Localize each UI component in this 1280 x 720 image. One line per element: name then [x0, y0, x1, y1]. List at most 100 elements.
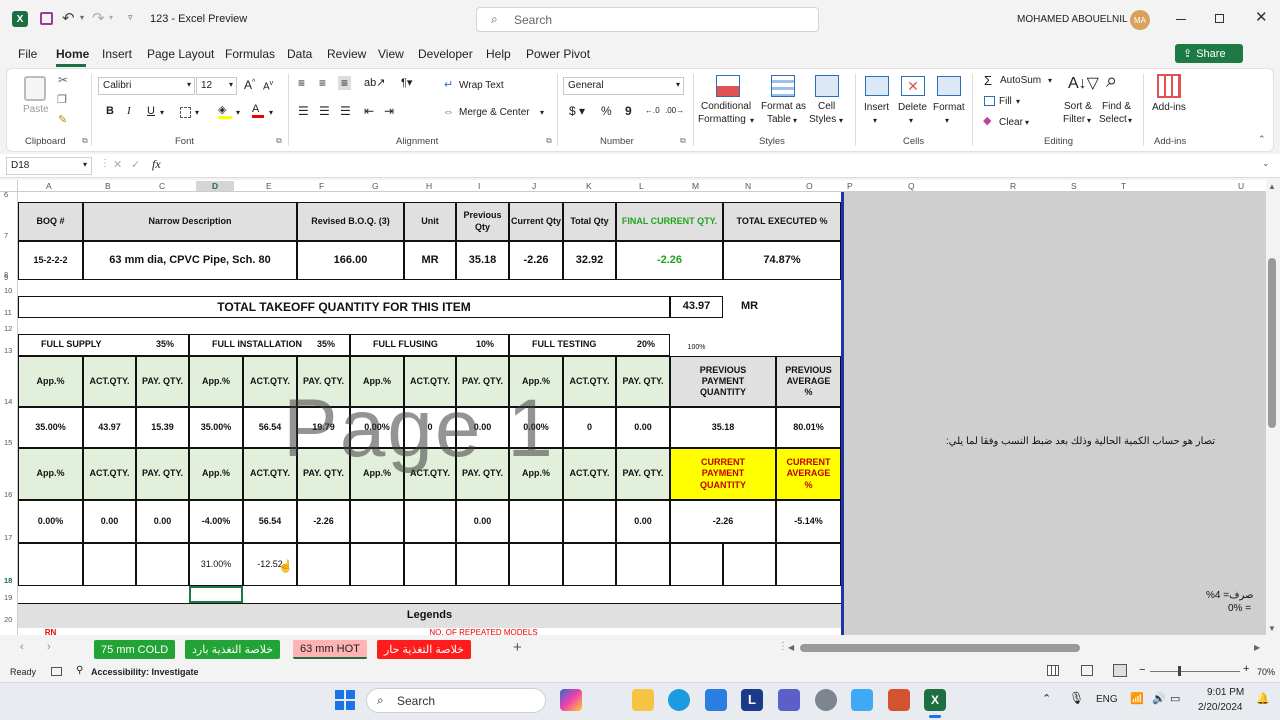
prev-payment-qty-value[interactable]: 35.18: [670, 407, 776, 448]
close-icon[interactable]: ✕: [1255, 8, 1268, 26]
settings-icon[interactable]: [815, 689, 837, 711]
row17-cell[interactable]: [616, 543, 670, 586]
page-layout-view-icon[interactable]: [1081, 665, 1093, 676]
row17-cell[interactable]: [297, 543, 350, 586]
notification-icon[interactable]: 🔔: [1256, 692, 1270, 705]
row16-value[interactable]: -2.26: [297, 500, 350, 543]
row16-value[interactable]: -4.00%: [189, 500, 243, 543]
number-launcher-icon[interactable]: ⧉: [680, 136, 686, 146]
row16-value[interactable]: 0.00%: [18, 500, 83, 543]
decrease-decimal-icon[interactable]: .00→: [665, 106, 684, 115]
addins-icon[interactable]: [1157, 74, 1181, 98]
row-header-11[interactable]: 11: [4, 308, 12, 317]
zoom-level[interactable]: 70%: [1257, 667, 1275, 677]
column-header-e[interactable]: E: [266, 181, 272, 191]
sheet-tab-cold-summary[interactable]: خلاصة التغذية بارد: [185, 640, 281, 659]
autosum-button[interactable]: AutoSum: [1000, 75, 1041, 86]
l-app-icon[interactable]: L: [741, 689, 763, 711]
takeoff-label[interactable]: TOTAL TAKEOFF QUANTITY FOR THIS ITEM: [18, 296, 670, 318]
increase-indent-icon[interactable]: ⇥: [384, 104, 394, 118]
wrap-text-button[interactable]: Wrap Text: [459, 80, 504, 91]
header-revised-boq[interactable]: Revised B.O.Q. (3): [297, 202, 404, 241]
sheet-tab-75mm-cold[interactable]: 75 mm COLD: [94, 640, 176, 659]
header-unit[interactable]: Unit: [404, 202, 456, 241]
merge-center-button[interactable]: Merge & Center: [459, 107, 530, 118]
find-select-button-2[interactable]: Select: [1099, 114, 1127, 125]
zoom-slider[interactable]: [1150, 671, 1240, 672]
format-cells-icon[interactable]: [937, 76, 961, 96]
wifi-icon[interactable]: 📶: [1130, 692, 1144, 705]
prev-average-header[interactable]: PREVIOUS AVERAGE %: [776, 356, 841, 407]
find-select-button[interactable]: Find &: [1102, 101, 1131, 112]
scroll-up-icon[interactable]: ▲: [1268, 182, 1276, 191]
cell-styles-dropdown-icon[interactable]: ▾: [839, 116, 843, 125]
column-header-o[interactable]: O: [806, 181, 813, 191]
tab-power-pivot[interactable]: Power Pivot: [526, 47, 590, 61]
cell-styles-button[interactable]: Cell: [818, 101, 835, 112]
select-all-corner[interactable]: [0, 180, 18, 192]
row14-value[interactable]: 35.00%: [189, 407, 243, 448]
column-header-s[interactable]: S: [1071, 181, 1077, 191]
fill-dropdown-icon[interactable]: ▾: [1016, 97, 1020, 106]
prev-sheet-icon[interactable]: ‹: [20, 641, 24, 653]
format-painter-icon[interactable]: ✎: [58, 113, 67, 126]
notepad-icon[interactable]: [851, 689, 873, 711]
decrease-indent-icon[interactable]: ⇤: [364, 104, 374, 118]
column-header-d[interactable]: D: [196, 181, 235, 191]
currency-icon[interactable]: $ ▾: [569, 104, 585, 118]
customize-qat-icon[interactable]: ▿: [128, 12, 133, 23]
vertical-scroll-thumb[interactable]: [1268, 258, 1276, 428]
subheader-pay-qty[interactable]: PAY. QTY.: [456, 356, 509, 407]
cell-styles-icon[interactable]: [815, 75, 839, 97]
column-header-i[interactable]: I: [478, 181, 480, 191]
underline-dropdown-icon[interactable]: ▾: [160, 108, 164, 117]
column-header-a[interactable]: A: [46, 181, 52, 191]
accessibility-icon[interactable]: ⚲: [76, 665, 83, 676]
addins-button[interactable]: Add-ins: [1152, 102, 1186, 113]
undo-icon[interactable]: ↶: [62, 9, 75, 27]
zoom-slider-thumb[interactable]: [1178, 666, 1181, 676]
align-right-icon[interactable]: ☰: [340, 104, 351, 118]
tab-view[interactable]: View: [378, 47, 404, 61]
row16-value[interactable]: 0.00: [83, 500, 136, 543]
font-color-dropdown-icon[interactable]: ▾: [269, 108, 273, 117]
header-current-qty[interactable]: Current Qty: [509, 202, 563, 241]
delete-cells-button[interactable]: Delete: [898, 102, 927, 113]
find-select-icon[interactable]: ⌕: [1106, 70, 1117, 93]
text-direction-icon[interactable]: ¶▾: [401, 76, 412, 89]
column-header-g[interactable]: G: [372, 181, 379, 191]
subheader-act-qty[interactable]: ACT.QTY.: [404, 356, 456, 407]
insert-cells-icon[interactable]: [865, 76, 889, 96]
font-color-icon[interactable]: A: [252, 103, 264, 118]
teams-icon[interactable]: [778, 689, 800, 711]
subheader-app-pct[interactable]: App.%: [18, 448, 83, 500]
subheader-app-pct[interactable]: App.%: [189, 356, 243, 407]
subheader-pay-qty[interactable]: PAY. QTY.: [297, 356, 350, 407]
column-header-t[interactable]: T: [1121, 181, 1126, 191]
tab-home[interactable]: Home: [56, 47, 89, 61]
subheader-app-pct[interactable]: App.%: [509, 448, 563, 500]
tab-data[interactable]: Data: [287, 47, 312, 61]
row17-cell[interactable]: [723, 543, 776, 586]
align-top-icon[interactable]: ≡: [298, 76, 305, 90]
cell-previous-qty[interactable]: 35.18: [456, 241, 509, 280]
wrap-text-icon[interactable]: ↵: [444, 78, 453, 91]
sheet-tab-63mm-hot[interactable]: 63 mm HOT: [293, 640, 367, 659]
decrease-font-icon[interactable]: Av: [263, 80, 273, 92]
comma-icon[interactable]: 9: [625, 104, 632, 118]
next-sheet-icon[interactable]: ›: [47, 641, 51, 653]
sheet-tab-hot-summary[interactable]: خلاصة التغذية حار: [377, 640, 471, 659]
row14-value[interactable]: 43.97: [83, 407, 136, 448]
pct-100[interactable]: 100%: [670, 343, 723, 354]
fill-icon[interactable]: [984, 96, 995, 106]
column-header-q[interactable]: Q: [908, 181, 915, 191]
borders-dropdown-icon[interactable]: ▾: [195, 108, 199, 117]
sort-filter-button-2[interactable]: Filter: [1063, 114, 1085, 125]
row17-cell[interactable]: [404, 543, 456, 586]
row16-value[interactable]: [509, 500, 563, 543]
start-icon[interactable]: [335, 690, 355, 710]
row17-cell[interactable]: [776, 543, 841, 586]
selected-cell-d18[interactable]: [189, 586, 243, 603]
subheader-pay-qty[interactable]: PAY. QTY.: [297, 448, 350, 500]
row14-value[interactable]: 56.54: [243, 407, 297, 448]
